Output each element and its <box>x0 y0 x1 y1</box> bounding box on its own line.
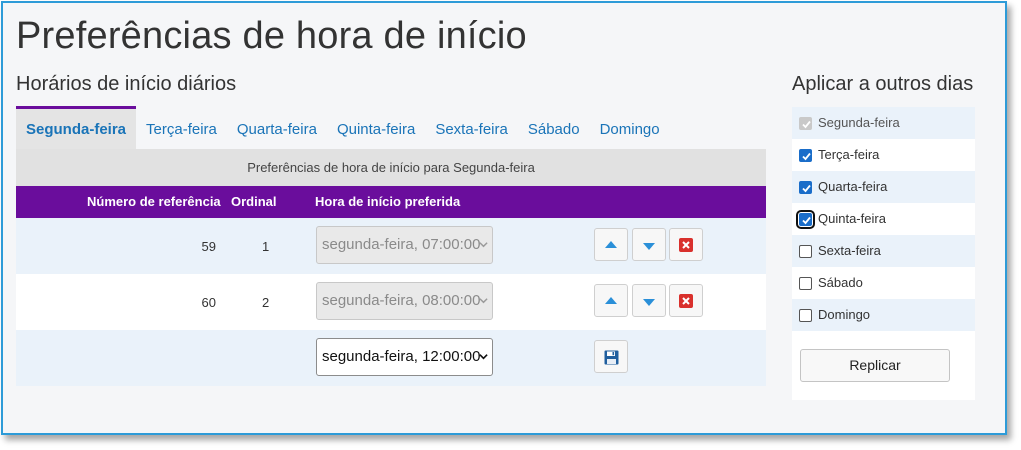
chevron-down-icon <box>479 354 488 360</box>
checkbox-monday[interactable] <box>799 117 812 130</box>
tab-thursday[interactable]: Quinta-feira <box>327 106 425 149</box>
start-time-value: segunda-feira, 12:00:00 <box>322 348 481 365</box>
delete-x-icon <box>679 294 693 308</box>
checkbox-tuesday[interactable] <box>799 149 812 162</box>
reference-number: 60 <box>201 295 216 310</box>
reference-number: 59 <box>201 239 216 254</box>
tab-subheader: Preferências de hora de início para Segu… <box>16 149 766 186</box>
day-label: Quarta-feira <box>818 179 888 194</box>
checkmark-icon <box>802 184 811 193</box>
save-button[interactable] <box>594 340 628 373</box>
day-label: Sexta-feira <box>818 243 881 258</box>
day-label: Segunda-feira <box>818 115 900 130</box>
day-label: Terça-feira <box>818 147 880 162</box>
arrow-down-icon <box>643 243 655 250</box>
start-time-value: segunda-feira, 08:00:00 <box>322 292 481 309</box>
day-label: Domingo <box>818 307 871 322</box>
window-frame: Preferências de hora de início Horários … <box>1 1 1007 435</box>
checkbox-wednesday[interactable] <box>799 181 812 194</box>
apply-panel: Segunda-feira Terça-feira Quarta-feira Q… <box>792 107 975 400</box>
start-time-select[interactable]: segunda-feira, 08:00:00 <box>316 282 493 320</box>
page-title: Preferências de hora de início <box>16 15 527 57</box>
table-row: 60 2 segunda-feira, 08:00:00 <box>16 274 766 330</box>
day-option-saturday[interactable]: Sábado <box>792 267 975 299</box>
arrow-up-icon <box>605 297 617 304</box>
day-option-friday[interactable]: Sexta-feira <box>792 235 975 267</box>
ordinal-value: 1 <box>262 239 270 254</box>
table-header: Número de referência Ordinal Hora de iní… <box>16 186 766 218</box>
delete-button[interactable] <box>669 284 703 317</box>
day-label: Sábado <box>818 275 863 290</box>
tab-wednesday[interactable]: Quarta-feira <box>227 106 327 149</box>
table-row: 59 1 segunda-feira, 07:00:00 <box>16 218 766 274</box>
move-down-button[interactable] <box>632 284 666 317</box>
day-label: Quinta-feira <box>818 211 886 226</box>
new-entry-row: segunda-feira, 12:00:00 <box>16 330 766 386</box>
new-start-time-select[interactable]: segunda-feira, 12:00:00 <box>316 338 493 376</box>
day-option-thursday[interactable]: Quinta-feira <box>792 203 975 235</box>
delete-x-icon <box>679 238 693 252</box>
apply-panel-title: Aplicar a outros dias <box>792 73 974 95</box>
column-reference: Número de referência <box>87 194 221 209</box>
ordinal-value: 2 <box>262 295 270 310</box>
move-up-button[interactable] <box>594 284 628 317</box>
tab-sunday[interactable]: Domingo <box>590 106 670 149</box>
day-option-monday[interactable]: Segunda-feira <box>792 107 975 139</box>
day-option-sunday[interactable]: Domingo <box>792 299 975 331</box>
tab-saturday[interactable]: Sábado <box>518 106 590 149</box>
column-preferred-time: Hora de início preferida <box>315 194 461 209</box>
checkmark-icon <box>802 120 811 129</box>
floppy-save-icon <box>604 350 619 365</box>
checkbox-thursday[interactable] <box>796 210 815 229</box>
day-option-tuesday[interactable]: Terça-feira <box>792 139 975 171</box>
delete-button[interactable] <box>669 228 703 261</box>
checkbox-sunday[interactable] <box>799 309 812 322</box>
daily-section-title: Horários de início diários <box>16 73 237 95</box>
checkmark-icon <box>802 216 811 225</box>
day-tabs: Segunda-feira Terça-feira Quarta-feira Q… <box>16 106 766 149</box>
checkmark-icon <box>802 152 811 161</box>
move-down-button[interactable] <box>632 228 666 261</box>
start-time-value: segunda-feira, 07:00:00 <box>322 236 481 253</box>
arrow-down-icon <box>643 299 655 306</box>
tab-tuesday[interactable]: Terça-feira <box>136 106 227 149</box>
checkbox-friday[interactable] <box>799 245 812 258</box>
chevron-down-icon <box>479 298 488 304</box>
start-time-select[interactable]: segunda-feira, 07:00:00 <box>316 226 493 264</box>
arrow-up-icon <box>605 241 617 248</box>
tab-friday[interactable]: Sexta-feira <box>425 106 518 149</box>
move-up-button[interactable] <box>594 228 628 261</box>
tab-monday[interactable]: Segunda-feira <box>16 106 137 149</box>
replicate-button[interactable]: Replicar <box>800 349 950 382</box>
checkbox-saturday[interactable] <box>799 277 812 290</box>
column-ordinal: Ordinal <box>231 194 277 209</box>
day-option-wednesday[interactable]: Quarta-feira <box>792 171 975 203</box>
chevron-down-icon <box>479 242 488 248</box>
